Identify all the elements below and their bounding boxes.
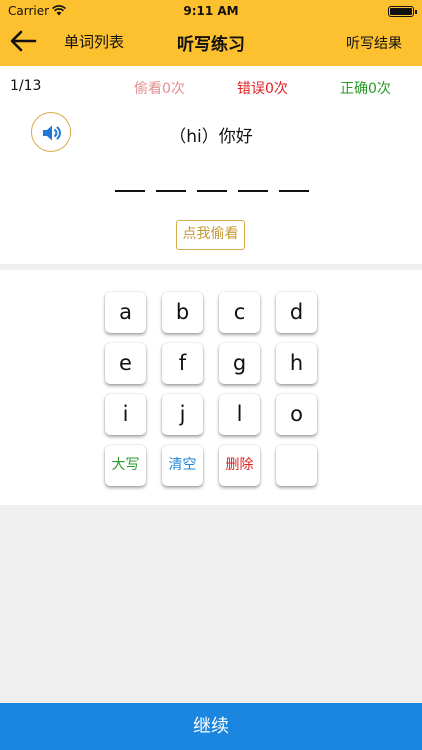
key-b[interactable]: b bbox=[162, 292, 203, 333]
answer-blank bbox=[238, 190, 268, 192]
answer-blanks bbox=[115, 190, 310, 198]
key-j[interactable]: j bbox=[162, 394, 203, 435]
key-e[interactable]: e bbox=[105, 343, 146, 384]
arrow-left-icon bbox=[10, 30, 37, 52]
caps-key[interactable]: 大写 bbox=[105, 445, 146, 486]
answer-blank bbox=[279, 190, 309, 192]
header: Carrier 9:11 AM 单词列表 听写练习 听写结果 bbox=[0, 0, 422, 66]
key-i[interactable]: i bbox=[105, 394, 146, 435]
key-a[interactable]: a bbox=[105, 292, 146, 333]
key-h[interactable]: h bbox=[276, 343, 317, 384]
peek-count: 偷看0次 bbox=[134, 81, 185, 97]
dictation-panel: 1/13 偷看0次 错误0次 正确0次 （hi）你好 点我偷看 bbox=[0, 66, 422, 264]
key-o[interactable]: o bbox=[276, 394, 317, 435]
letter-keyboard: a b c d e f g h i j l o 大写 清空 删除 bbox=[0, 270, 422, 505]
clear-key[interactable]: 清空 bbox=[162, 445, 203, 486]
nav-bar: 单词列表 听写练习 听写结果 bbox=[0, 22, 422, 62]
continue-button[interactable]: 继续 bbox=[0, 703, 422, 750]
right-count: 正确0次 bbox=[340, 81, 391, 97]
battery-icon bbox=[388, 6, 417, 17]
word-hint: （hi）你好 bbox=[169, 127, 253, 147]
key-l[interactable]: l bbox=[219, 394, 260, 435]
status-bar: Carrier 9:11 AM bbox=[0, 0, 422, 22]
key-f[interactable]: f bbox=[162, 343, 203, 384]
wrong-count: 错误0次 bbox=[237, 81, 288, 97]
back-button[interactable] bbox=[8, 26, 42, 58]
answer-blank bbox=[156, 190, 186, 192]
status-time: 9:11 AM bbox=[183, 4, 239, 18]
blank-key[interactable] bbox=[276, 445, 317, 486]
peek-button[interactable]: 点我偷看 bbox=[176, 220, 245, 250]
answer-blank bbox=[115, 190, 145, 192]
key-c[interactable]: c bbox=[219, 292, 260, 333]
dictation-results-link[interactable]: 听写结果 bbox=[346, 33, 402, 53]
key-g[interactable]: g bbox=[219, 343, 260, 384]
answer-blank bbox=[197, 190, 227, 192]
delete-key[interactable]: 删除 bbox=[219, 445, 260, 486]
progress-counter: 1/13 bbox=[10, 78, 42, 94]
word-list-link[interactable]: 单词列表 bbox=[64, 31, 124, 52]
key-d[interactable]: d bbox=[276, 292, 317, 333]
